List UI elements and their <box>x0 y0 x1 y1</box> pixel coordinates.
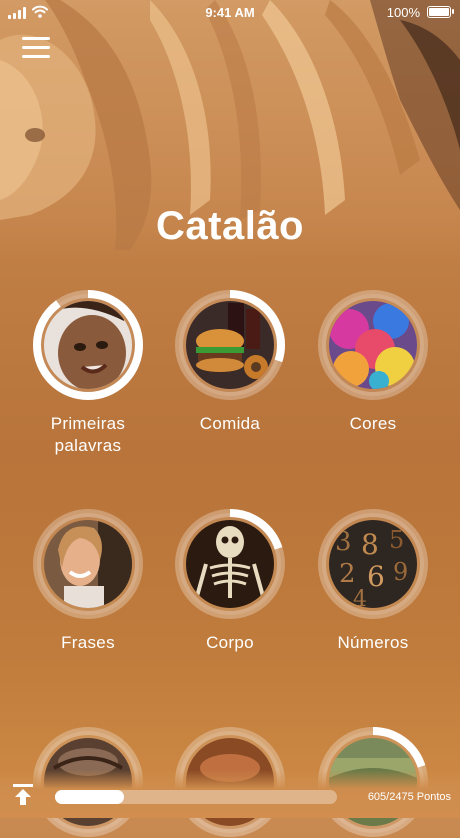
category-label: Números <box>337 633 409 652</box>
category-label: Primeiras palavras <box>50 414 126 455</box>
svg-text:8: 8 <box>361 528 379 561</box>
progress-ring <box>32 289 144 401</box>
bottom-bar: 605/2475 Pontos <box>0 770 460 818</box>
svg-text:9: 9 <box>393 558 408 586</box>
svg-text:5: 5 <box>389 526 404 554</box>
status-bar: 9:41 AM 100% <box>0 0 460 26</box>
category-thumbnail <box>186 301 274 389</box>
hamburger-menu-icon[interactable] <box>22 37 50 59</box>
category-comida[interactable]: Comida <box>160 289 300 435</box>
category-label: Corpo <box>206 633 254 652</box>
category-thumbnail <box>186 520 274 608</box>
category-numeros[interactable]: 3852694 Números <box>303 508 443 654</box>
points-progress-bar <box>55 790 337 804</box>
category-thumbnail: 3852694 <box>329 520 417 608</box>
category-label: Cores <box>349 414 397 433</box>
category-thumbnail <box>44 301 132 389</box>
points-progress-fill <box>55 790 124 804</box>
page-title: Catalão <box>156 204 304 248</box>
progress-ring <box>317 289 429 401</box>
category-corpo[interactable]: Corpo <box>160 508 300 654</box>
category-primeiras-palavras[interactable]: Primeiras palavras <box>18 289 158 457</box>
svg-text:2: 2 <box>339 559 356 589</box>
battery-icon <box>427 6 454 18</box>
upload-arrow-icon[interactable] <box>10 781 36 807</box>
category-thumbnail <box>329 301 417 389</box>
category-thumbnail <box>44 520 132 608</box>
category-frases[interactable]: Frases <box>18 508 158 654</box>
category-label: Comida <box>199 414 261 433</box>
progress-ring <box>32 508 144 620</box>
progress-ring <box>174 508 286 620</box>
points-counter: 605/2475 Pontos <box>367 791 451 803</box>
category-cores[interactable]: Cores <box>303 289 443 435</box>
category-label: Frases <box>61 633 115 652</box>
progress-ring: 3852694 <box>317 508 429 620</box>
svg-text:6: 6 <box>367 560 385 593</box>
battery-percentage: 100% <box>386 5 420 20</box>
progress-ring <box>174 289 286 401</box>
